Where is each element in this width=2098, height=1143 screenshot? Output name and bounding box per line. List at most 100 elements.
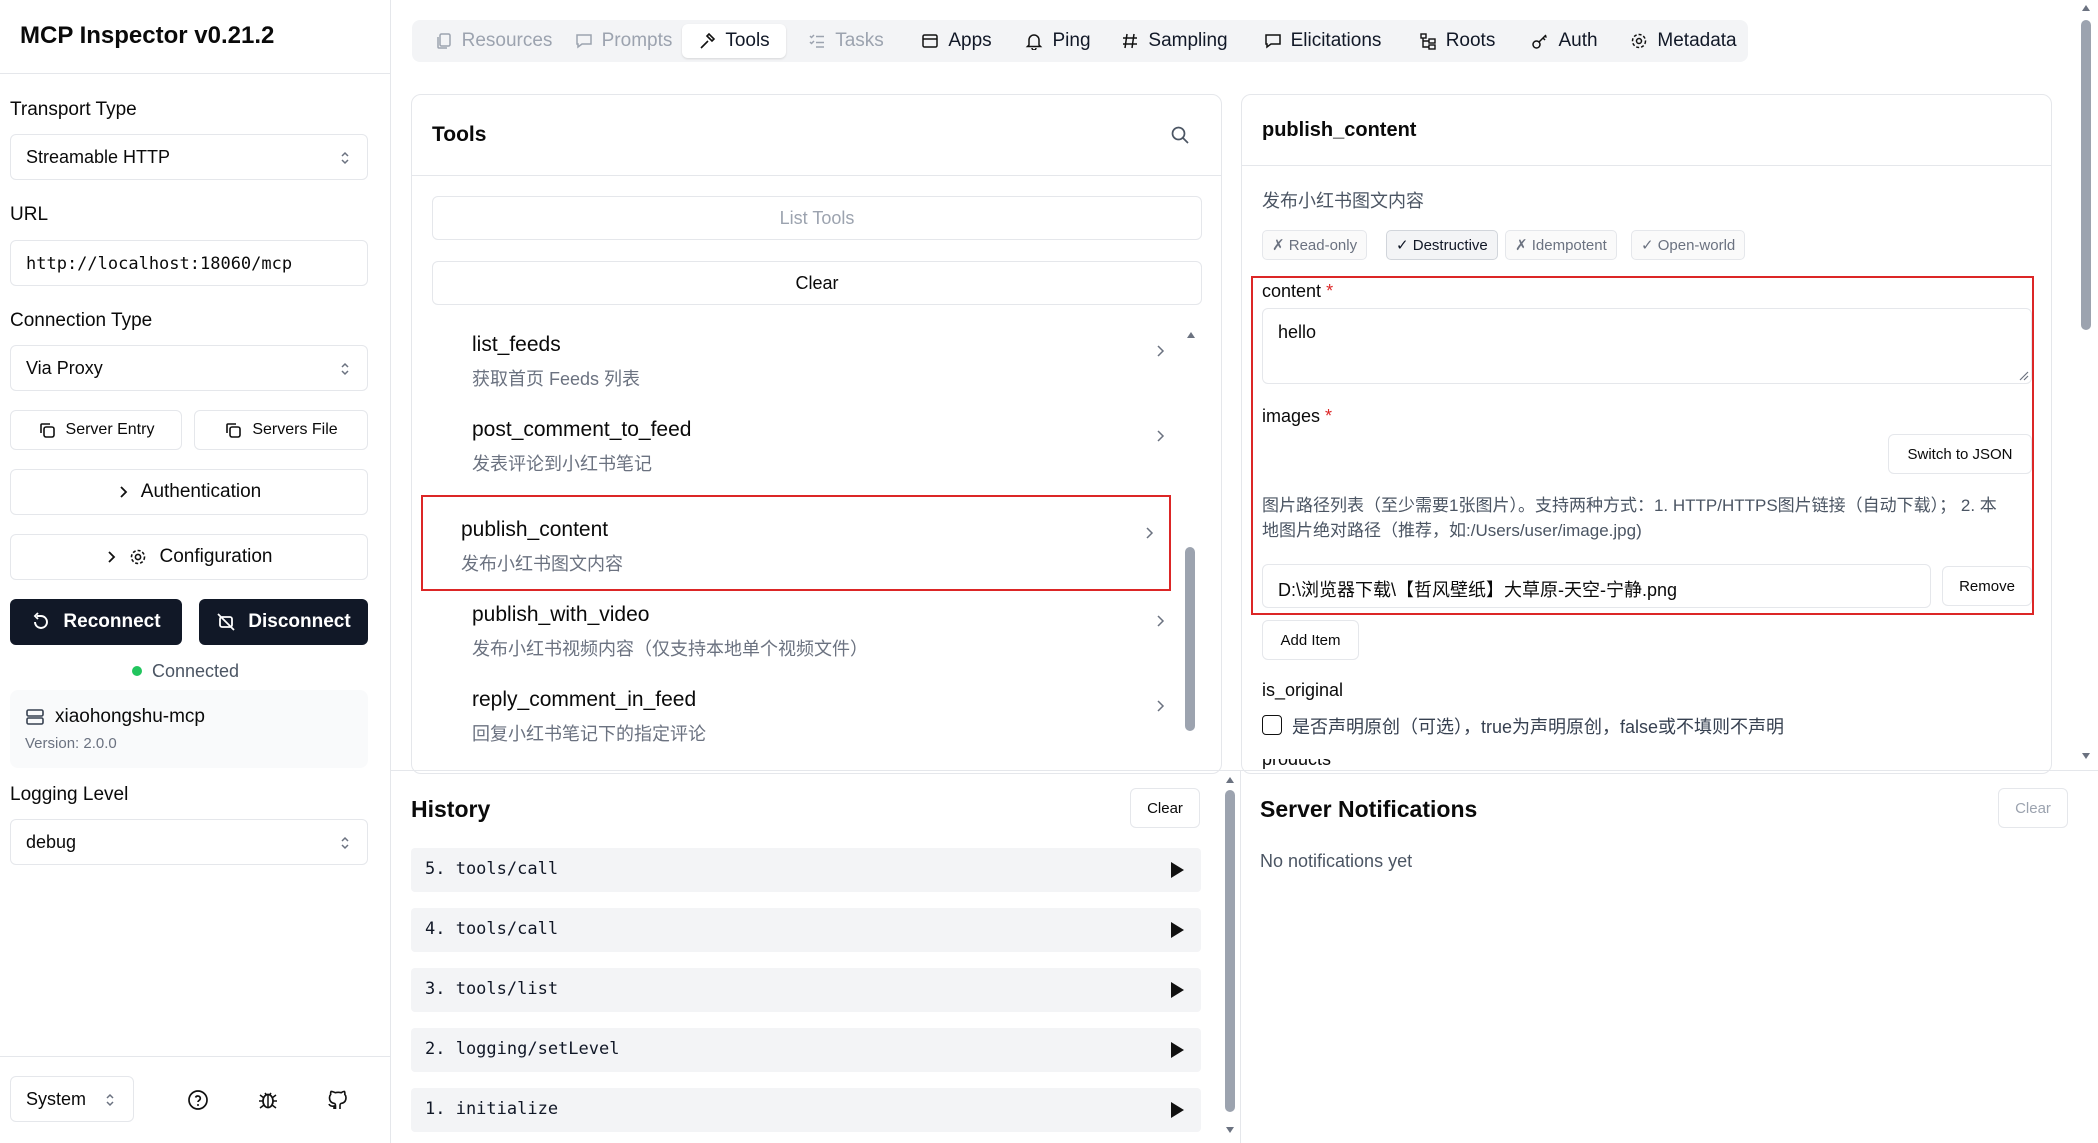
- scroll-up-arrow-icon[interactable]: [1225, 776, 1235, 784]
- status-text: Connected: [152, 660, 240, 681]
- url-input[interactable]: http://localhost:18060/mcp: [10, 240, 368, 286]
- tool-item-publish-with-video[interactable]: publish_with_video 发布小红书视频内容（仅支持本地单个视频文件…: [432, 595, 1221, 677]
- page-scrollbar[interactable]: [2073, 0, 2098, 770]
- tab-prompts[interactable]: Prompts: [571, 24, 676, 58]
- logging-level-select[interactable]: debug: [10, 819, 368, 865]
- history-item[interactable]: 3. tools/list: [411, 968, 1201, 1012]
- is-original-checkbox[interactable]: [1262, 715, 1282, 735]
- history-scrollbar-thumb[interactable]: [1225, 790, 1235, 1112]
- chevron-right-icon: [1154, 613, 1166, 629]
- list-tools-button[interactable]: List Tools: [432, 196, 1202, 240]
- scroll-up-arrow-icon[interactable]: [1186, 331, 1196, 339]
- configuration-toggle[interactable]: Configuration: [10, 534, 368, 580]
- tab-roots[interactable]: Roots: [1405, 24, 1509, 58]
- tasks-icon: [808, 32, 826, 50]
- annotation-idempotent: ✗ Idempotent: [1505, 230, 1617, 260]
- tool-item-reply-comment-in-feed[interactable]: reply_comment_in_feed 回复小红书笔记下的指定评论: [432, 680, 1221, 762]
- server-name: xiaohongshu-mcp: [55, 706, 205, 727]
- tab-label: Auth: [1558, 30, 1598, 51]
- history-item[interactable]: 1. initialize: [411, 1088, 1201, 1132]
- authentication-toggle[interactable]: Authentication: [10, 469, 368, 515]
- image-item-input[interactable]: D:\浏览器下载\【哲风壁纸】大草原-天空-宁静.png: [1262, 564, 1931, 608]
- tab-label: Ping: [1052, 30, 1091, 51]
- tab-auth[interactable]: Auth: [1515, 24, 1614, 58]
- history-item-text: 5. tools/call: [425, 859, 559, 879]
- tab-label: Prompts: [601, 30, 673, 51]
- disconnect-label: Disconnect: [248, 611, 351, 632]
- tool-description: 发表评论到小红书笔记: [472, 454, 652, 474]
- play-icon[interactable]: [1169, 1041, 1185, 1059]
- switch-to-json-button[interactable]: Switch to JSON: [1888, 434, 2032, 474]
- hash-icon: [1121, 32, 1139, 50]
- history-clear-button[interactable]: Clear: [1130, 788, 1200, 828]
- play-icon[interactable]: [1169, 981, 1185, 999]
- scroll-up-arrow-icon[interactable]: [2081, 4, 2091, 12]
- bug-icon[interactable]: [257, 1089, 279, 1111]
- tool-item-list-feeds[interactable]: list_feeds 获取首页 Feeds 列表: [432, 325, 1221, 407]
- tool-item-post-comment-to-feed[interactable]: post_comment_to_feed 发表评论到小红书笔记: [432, 410, 1221, 492]
- resize-handle-icon[interactable]: [2019, 371, 2029, 381]
- tab-resources[interactable]: Resources: [422, 24, 565, 58]
- tab-elicitations[interactable]: Elicitations: [1246, 24, 1399, 58]
- image-item-value: D:\浏览器下载\【哲风壁纸】大草原-天空-宁静.png: [1278, 580, 1678, 600]
- tab-apps[interactable]: Apps: [906, 24, 1007, 58]
- images-description: 图片路径列表（至少需要1张图片）。支持两种方式：1. HTTP/HTTPS图片链…: [1262, 493, 2032, 543]
- tool-item-publish-content[interactable]: publish_content 发布小红书图文内容: [421, 495, 1171, 591]
- scroll-down-arrow-icon[interactable]: [1225, 1126, 1235, 1134]
- tab-metadata[interactable]: Metadata: [1620, 24, 1747, 58]
- transport-type-select[interactable]: Streamable HTTP: [10, 134, 368, 180]
- select-chevrons-icon: [339, 361, 351, 377]
- connection-type-select[interactable]: Via Proxy: [10, 345, 368, 391]
- history-item-text: 3. tools/list: [425, 979, 559, 999]
- configuration-label: Configuration: [159, 546, 273, 567]
- page-scrollbar-thumb[interactable]: [2081, 20, 2091, 330]
- select-chevrons-icon: [104, 1092, 116, 1108]
- help-icon[interactable]: [187, 1089, 209, 1111]
- tools-panel: Tools List Tools Clear list_feeds 获取首页 F…: [411, 94, 1222, 774]
- add-item-button[interactable]: Add Item: [1262, 620, 1359, 660]
- tool-description: 回复小红书笔记下的指定评论: [472, 724, 706, 744]
- play-icon[interactable]: [1169, 861, 1185, 879]
- images-description-line: 图片路径列表（至少需要1张图片）。支持两种方式：1. HTTP/HTTPS图片链…: [1262, 496, 1997, 515]
- tools-scrollbar-thumb[interactable]: [1185, 547, 1195, 731]
- hammer-icon: [698, 32, 716, 50]
- tools-list: list_feeds 获取首页 Feeds 列表 post_comment_to…: [412, 323, 1221, 773]
- images-description-line: 地图片绝对路径（推荐，如:/Users/user/image.jpg): [1262, 521, 1642, 540]
- is-original-label: is_original: [1262, 680, 1344, 700]
- annotation-open-world: ✓ Open-world: [1631, 230, 1746, 260]
- history-item-text: 4. tools/call: [425, 919, 559, 939]
- tab-sampling[interactable]: Sampling: [1109, 24, 1240, 58]
- tab-ping[interactable]: Ping: [1013, 24, 1103, 58]
- tab-tools[interactable]: Tools: [682, 24, 786, 58]
- remove-image-button[interactable]: Remove: [1942, 566, 2032, 606]
- notifications-clear-button[interactable]: Clear: [1998, 788, 2068, 828]
- tab-tasks[interactable]: Tasks: [792, 24, 900, 58]
- github-icon[interactable]: [326, 1089, 348, 1111]
- sidebar-header: MCP Inspector v0.21.2: [0, 0, 390, 74]
- tab-label: Tools: [725, 30, 770, 51]
- tool-name: publish_content: [461, 518, 609, 541]
- transport-type-label: Transport Type: [10, 99, 137, 120]
- server-icon: [25, 707, 45, 727]
- content-value: hello: [1278, 322, 1317, 342]
- servers-file-button[interactable]: Servers File: [194, 410, 368, 450]
- reconnect-button[interactable]: Reconnect: [10, 599, 182, 645]
- history-item[interactable]: 4. tools/call: [411, 908, 1201, 952]
- server-entry-button[interactable]: Server Entry: [10, 410, 182, 450]
- gear-icon: [1630, 32, 1648, 50]
- tool-detail-description: 发布小红书图文内容: [1262, 191, 1424, 211]
- history-item[interactable]: 5. tools/call: [411, 848, 1201, 892]
- tool-name: post_comment_to_feed: [472, 418, 692, 441]
- history-item[interactable]: 2. logging/setLevel: [411, 1028, 1201, 1072]
- select-chevrons-icon: [339, 835, 351, 851]
- logging-level-value: debug: [26, 832, 77, 852]
- content-textarea[interactable]: hello: [1262, 308, 2032, 384]
- authentication-label: Authentication: [140, 481, 262, 502]
- play-icon[interactable]: [1169, 1101, 1185, 1119]
- play-icon[interactable]: [1169, 921, 1185, 939]
- scroll-down-arrow-icon[interactable]: [2081, 752, 2091, 760]
- clear-tools-button[interactable]: Clear: [432, 261, 1202, 305]
- disconnect-button[interactable]: Disconnect: [199, 599, 368, 645]
- theme-select[interactable]: System: [10, 1076, 134, 1122]
- search-icon[interactable]: [1170, 125, 1190, 145]
